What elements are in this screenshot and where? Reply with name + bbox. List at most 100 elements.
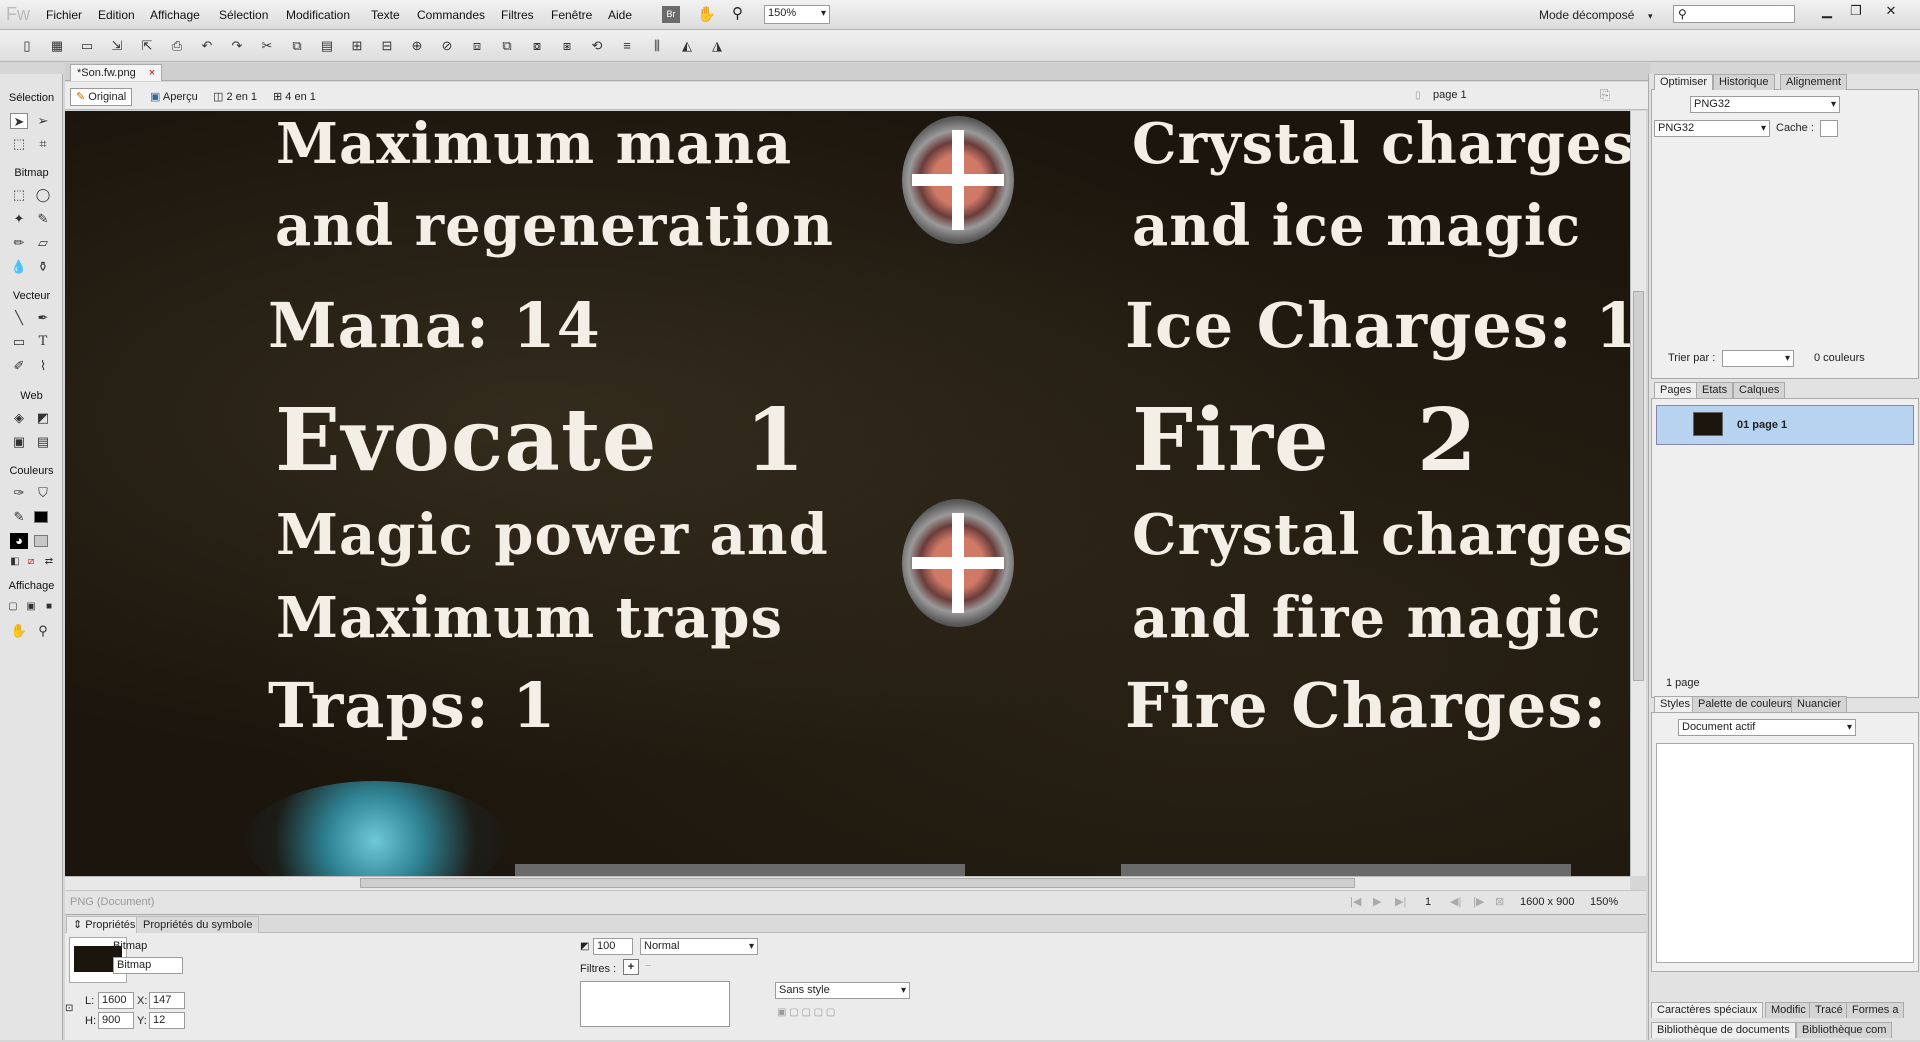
matte-swatch[interactable]: [1820, 120, 1838, 137]
tab-align[interactable]: Alignement: [1780, 74, 1848, 90]
view-2up-button[interactable]: ◫ 2 en 1: [207, 88, 263, 106]
undo-icon[interactable]: ↶: [198, 37, 216, 55]
line-tool-icon[interactable]: ╲: [10, 310, 28, 326]
stop-icon[interactable]: ⊠: [1495, 895, 1504, 908]
hide-slices-icon[interactable]: ▣: [10, 434, 28, 450]
scale-tool-icon[interactable]: ⬚: [10, 136, 28, 152]
tab-palette[interactable]: Nuancier: [1791, 696, 1848, 712]
preset-select[interactable]: PNG32: [1690, 96, 1840, 113]
redo-icon[interactable]: ↷: [228, 37, 246, 55]
object-name-field[interactable]: Bitmap: [113, 957, 183, 974]
rectangle-tool-icon[interactable]: ▭: [10, 334, 28, 350]
document-tab[interactable]: *Son.fw.png ×: [70, 64, 163, 81]
menu-affichage[interactable]: Affichage: [150, 8, 200, 22]
view-4up-button[interactable]: ⊞ 4 en 1: [267, 88, 322, 106]
styles-document-select[interactable]: Document actif: [1678, 719, 1856, 736]
vertical-scroll-thumb[interactable]: [1633, 291, 1644, 681]
height-field[interactable]: 900: [98, 1012, 134, 1029]
paste-icon[interactable]: ▤: [318, 37, 336, 55]
eyedropper-tool-icon[interactable]: ✑: [10, 485, 28, 501]
marquee-tool-icon[interactable]: ⬚: [10, 187, 28, 203]
brush-tool-icon[interactable]: ✎: [34, 211, 52, 227]
menu-edition[interactable]: Edition: [98, 8, 135, 22]
menu-filtres[interactable]: Filtres: [501, 8, 534, 22]
opacity-field[interactable]: 100: [593, 938, 633, 955]
show-slices-icon[interactable]: ▤: [34, 434, 52, 450]
bring-front-icon[interactable]: ⧈: [468, 37, 486, 55]
pen-tool-icon[interactable]: ✒: [34, 310, 52, 326]
blur-tool-icon[interactable]: 💧: [10, 259, 28, 275]
zoom-tool-icon[interactable]: ⚲: [34, 623, 52, 639]
tab-shapes[interactable]: Formes a: [1846, 1002, 1905, 1018]
prev-frame-icon[interactable]: ◀|: [1450, 895, 1461, 908]
image-size-label[interactable]: 1600 x 900: [1520, 896, 1574, 908]
split-icon[interactable]: ⊘: [438, 37, 456, 55]
new-file-icon[interactable]: ▯: [18, 37, 36, 55]
align-icon[interactable]: ≡: [618, 37, 636, 55]
swap-colors-icon[interactable]: ⇄: [40, 554, 58, 570]
tab-history[interactable]: Historique: [1713, 74, 1775, 90]
freeform-tool-icon[interactable]: ✐: [10, 358, 28, 374]
width-field[interactable]: 1600: [98, 992, 134, 1009]
workspace-mode-select[interactable]: Mode décomposé: [1539, 8, 1634, 22]
tab-document-library[interactable]: Bibliothèque de documents: [1651, 1022, 1796, 1038]
open-icon[interactable]: ▭: [78, 37, 96, 55]
text-tool-icon[interactable]: T: [34, 334, 52, 350]
x-field[interactable]: 147: [149, 992, 185, 1009]
hand-icon[interactable]: ✋: [697, 5, 716, 23]
status-zoom-select[interactable]: 150%: [1590, 896, 1618, 908]
stamp-tool-icon[interactable]: ⚱: [34, 259, 52, 275]
slice-tool-icon[interactable]: ◩: [34, 410, 52, 426]
fullscreen-menu-icon[interactable]: ▣: [22, 599, 40, 615]
zoom-icon[interactable]: ⚲: [732, 4, 743, 22]
sort-select[interactable]: [1722, 350, 1794, 367]
stroke-color-icon[interactable]: ✎: [10, 509, 28, 525]
tab-swatches[interactable]: Palette de couleurs: [1692, 696, 1799, 712]
view-preview-button[interactable]: ▣ Aperçu: [144, 88, 204, 106]
menu-commandes[interactable]: Commandes: [417, 8, 485, 22]
stroke-color-swatch[interactable]: [34, 511, 48, 523]
subselect-tool-icon[interactable]: ➢: [34, 113, 52, 129]
cut-icon[interactable]: ✂: [258, 37, 276, 55]
hotspot-tool-icon[interactable]: ◈: [10, 410, 28, 426]
constrain-lock-icon[interactable]: ⊡: [65, 1003, 73, 1014]
view-original-button[interactable]: ✎ Original: [70, 88, 133, 106]
vertical-scrollbar[interactable]: [1630, 111, 1646, 876]
import-icon[interactable]: ⇲: [108, 37, 126, 55]
page-selector[interactable]: page 1: [1433, 89, 1467, 101]
paint-bucket-icon[interactable]: ⛉: [34, 485, 52, 501]
send-backward-icon[interactable]: ⧇: [528, 37, 546, 55]
print-icon[interactable]: ⎙: [168, 37, 186, 55]
format-select[interactable]: PNG32: [1654, 120, 1770, 137]
minimize-button[interactable]: ▁: [1816, 3, 1838, 19]
menu-fenetre[interactable]: Fenêtre: [551, 8, 592, 22]
eraser-tool-icon[interactable]: ▱: [34, 235, 52, 251]
knife-tool-icon[interactable]: ⌇: [34, 358, 52, 374]
fill-color-icon[interactable]: ◕: [10, 533, 28, 549]
next-frame-icon[interactable]: |▶: [1473, 895, 1484, 908]
close-tab-icon[interactable]: ×: [149, 67, 155, 79]
tab-pages[interactable]: Pages: [1654, 382, 1698, 398]
magic-wand-icon[interactable]: ✦: [10, 211, 28, 227]
tab-modify[interactable]: Modific: [1765, 1002, 1812, 1018]
rotate-icon[interactable]: ⟲: [588, 37, 606, 55]
tab-special-chars[interactable]: Caractères spéciaux: [1651, 1002, 1764, 1018]
send-back-icon[interactable]: ⧆: [558, 37, 576, 55]
zoom-select[interactable]: 150%: [764, 5, 830, 24]
page-list-item[interactable]: 01 page 1: [1656, 405, 1914, 445]
remove-filter-button[interactable]: −: [645, 960, 651, 972]
standard-screen-icon[interactable]: ▢: [4, 599, 22, 615]
fullscreen-icon[interactable]: ■: [40, 599, 58, 615]
tab-states[interactable]: Etats: [1696, 382, 1734, 398]
close-window-button[interactable]: ✕: [1880, 3, 1902, 19]
menu-selection[interactable]: Sélection: [219, 8, 268, 22]
horizontal-scrollbar[interactable]: [65, 876, 1630, 890]
document-canvas[interactable]: Maximum mana and regeneration Mana: 14 E…: [65, 111, 1630, 876]
join-icon[interactable]: ⊕: [408, 37, 426, 55]
distribute-icon[interactable]: ⫼: [648, 37, 666, 55]
tab-optimize[interactable]: Optimiser: [1654, 74, 1714, 90]
menu-aide[interactable]: Aide: [608, 8, 632, 22]
copy-icon[interactable]: ⧉: [288, 37, 306, 55]
hand-tool-icon[interactable]: ✋: [10, 623, 28, 639]
bring-forward-icon[interactable]: ⧉: [498, 37, 516, 55]
